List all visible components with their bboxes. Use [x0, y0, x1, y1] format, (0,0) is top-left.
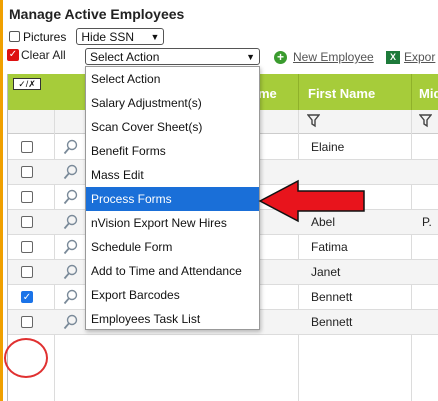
- menu-item[interactable]: Add to Time and Attendance: [86, 259, 259, 283]
- add-icon: +: [274, 50, 287, 64]
- export-link[interactable]: X Expor: [386, 50, 435, 64]
- action-dropdown-menu: Select Action Salary Adjustment(s) Scan Co…: [85, 66, 260, 330]
- pictures-checkbox[interactable]: [9, 31, 20, 42]
- excel-icon: X: [386, 50, 400, 64]
- export-label: Expor: [404, 50, 436, 64]
- action-select[interactable]: Select Action ▼: [85, 48, 260, 65]
- menu-item[interactable]: Mass Edit: [86, 163, 259, 187]
- chevron-down-icon: ▼: [150, 31, 160, 42]
- menu-item[interactable]: Schedule Form: [86, 235, 259, 259]
- row-checkbox[interactable]: [21, 266, 33, 278]
- red-circle-annotation: [4, 338, 48, 378]
- row-checkbox[interactable]: [21, 166, 33, 178]
- action-select-value: Select Action: [90, 49, 160, 64]
- red-arrow-annotation: [258, 179, 365, 223]
- magnifier-icon[interactable]: [63, 214, 79, 230]
- menu-item[interactable]: Export Barcodes: [86, 283, 259, 307]
- menu-item[interactable]: Salary Adjustment(s): [86, 91, 259, 115]
- menu-item[interactable]: Select Action: [86, 67, 259, 91]
- first-name-cell: Bennett: [311, 315, 353, 329]
- header-middle[interactable]: Mid: [419, 86, 438, 101]
- ssn-select[interactable]: Hide SSN ▼: [76, 28, 165, 45]
- page-title: Manage Active Employees: [9, 6, 185, 22]
- new-employee-link[interactable]: + New Employee: [274, 50, 374, 64]
- header-first-name[interactable]: First Name: [308, 86, 375, 101]
- magnifier-icon[interactable]: [63, 264, 79, 280]
- first-name-cell: Elaine: [311, 140, 345, 154]
- magnifier-icon[interactable]: [63, 289, 79, 305]
- filter-icon[interactable]: [419, 114, 432, 128]
- clear-all-label: Clear All: [21, 48, 66, 62]
- row-checkbox[interactable]: [21, 316, 33, 328]
- row-checkbox[interactable]: [21, 191, 33, 203]
- menu-item[interactable]: Process Forms: [86, 187, 259, 211]
- menu-item[interactable]: Employees Task List: [86, 307, 259, 331]
- clear-all-icon: ✓: [7, 49, 19, 61]
- row-checkbox[interactable]: ✓: [21, 291, 33, 303]
- clear-all-link[interactable]: ✓ Clear All: [7, 48, 66, 62]
- magnifier-icon[interactable]: [63, 164, 79, 180]
- left-accent-bar: [0, 0, 3, 401]
- filter-icon[interactable]: [307, 114, 320, 128]
- row-checkbox[interactable]: [21, 141, 33, 153]
- magnifier-icon[interactable]: [63, 139, 79, 155]
- first-name-cell: Bennett: [311, 290, 353, 304]
- menu-item[interactable]: Scan Cover Sheet(s): [86, 115, 259, 139]
- row-checkbox[interactable]: [21, 216, 33, 228]
- first-name-cell: Janet: [311, 265, 341, 279]
- new-employee-label: New Employee: [293, 50, 374, 64]
- magnifier-icon[interactable]: [63, 239, 79, 255]
- pictures-label: Pictures: [23, 29, 67, 44]
- row-checkbox[interactable]: [21, 241, 33, 253]
- chevron-down-icon: ▼: [246, 51, 255, 62]
- ssn-select-value: Hide SSN: [81, 29, 135, 44]
- magnifier-icon[interactable]: [63, 314, 79, 330]
- header-separator: [298, 74, 299, 110]
- select-toggle-icon[interactable]: ✓/✗: [13, 78, 41, 90]
- magnifier-icon[interactable]: [63, 189, 79, 205]
- middle-name-cell: P.: [422, 215, 432, 229]
- first-name-cell: Fatima: [311, 240, 348, 254]
- menu-item[interactable]: nVision Export New Hires: [86, 211, 259, 235]
- menu-item[interactable]: Benefit Forms: [86, 139, 259, 163]
- header-separator: [411, 74, 412, 110]
